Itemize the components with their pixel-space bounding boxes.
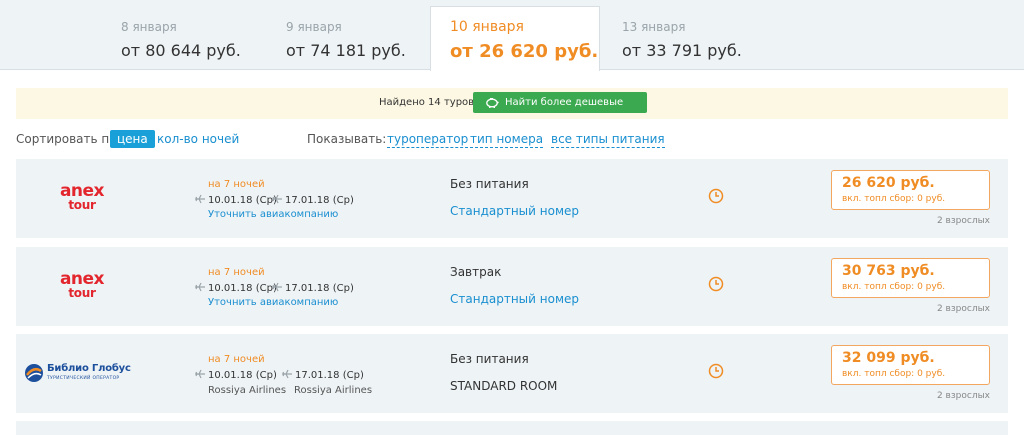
- sort-label: Сортировать по:: [16, 132, 121, 146]
- find-cheaper-button[interactable]: Найти более дешевые туры: [473, 92, 647, 129]
- filter-meal-types[interactable]: все типы питания: [551, 132, 665, 148]
- fuel-surcharge: вкл. топл сбор: 0 руб.: [842, 282, 946, 292]
- plane-icon: [195, 369, 205, 379]
- filter-room-type[interactable]: тип номера: [470, 132, 544, 148]
- operator-logo-biblio-globus: Библио Глобус ТУРИСТИЧЕСКИЙ ОПЕРАТОР: [24, 362, 144, 384]
- date-tabs-bar: 8 января от 80 644 руб. 9 января от 74 1…: [0, 0, 1024, 71]
- find-cheaper-label: Найти более дешевые туры: [505, 97, 624, 129]
- date-tab-date: 9 января: [286, 20, 342, 34]
- clock-icon: [708, 363, 724, 379]
- sort-filter-row: Сортировать по: цена кол-во ночей Показы…: [16, 128, 1008, 150]
- departure-airline: Rossiya Airlines: [208, 385, 287, 396]
- piggy-bank-icon: [486, 98, 499, 108]
- departure-flight: 10.01.18 (Ср): [195, 282, 277, 294]
- plane-icon: [195, 194, 205, 204]
- return-flight: 17.01.18 (Ср): [272, 194, 354, 206]
- plane-icon: [272, 194, 282, 204]
- return-flight: 17.01.18 (Ср): [272, 282, 354, 294]
- specify-airline-link[interactable]: Уточнить авиакомпанию: [208, 297, 338, 308]
- departure-flight: 10.01.18 (Ср): [195, 369, 277, 381]
- sort-by-price-button[interactable]: цена: [110, 130, 155, 148]
- return-airline: Rossiya Airlines: [294, 385, 373, 396]
- departure-date: 10.01.18 (Ср): [208, 370, 277, 381]
- clock-icon: [708, 276, 724, 292]
- price-button[interactable]: 32 099 руб. вкл. топл сбор: 0 руб.: [831, 345, 990, 385]
- plane-icon: [282, 369, 292, 379]
- date-tab-8[interactable]: 8 января от 80 644 руб.: [121, 0, 241, 70]
- passengers: 2 взрослых: [936, 304, 990, 314]
- tour-price: 26 620 руб.: [842, 175, 935, 191]
- date-tab-13[interactable]: 13 января от 33 791 руб.: [622, 0, 742, 70]
- price-button[interactable]: 26 620 руб. вкл. топл сбор: 0 руб.: [831, 170, 990, 210]
- tour-price: 30 763 руб.: [842, 263, 935, 279]
- date-tab-date: 8 января: [121, 20, 177, 34]
- date-tab-10-active[interactable]: 10 января от 26 620 руб.: [430, 6, 600, 71]
- plane-icon: [195, 282, 205, 292]
- date-tab-price: от 80 644 руб.: [121, 41, 241, 60]
- nights-count: на 7 ночей: [208, 267, 265, 278]
- return-date: 17.01.18 (Ср): [285, 283, 354, 294]
- specify-airline-link[interactable]: Уточнить авиакомпанию: [208, 209, 338, 220]
- operator-logo-anex: anex tour: [52, 271, 112, 300]
- return-date: 17.01.18 (Ср): [295, 370, 364, 381]
- plane-icon: [272, 282, 282, 292]
- departure-date: 10.01.18 (Ср): [208, 195, 277, 206]
- sort-by-nights-link[interactable]: кол-во ночей: [157, 132, 239, 146]
- price-button[interactable]: 30 763 руб. вкл. топл сбор: 0 руб.: [831, 258, 990, 298]
- meal-type: Без питания: [450, 352, 529, 366]
- tour-row[interactable]: anex tour на 7 ночей 10.01.18 (Ср) 17.01…: [16, 159, 1008, 238]
- meal-type: Завтрак: [450, 265, 502, 279]
- nights-count: на 7 ночей: [208, 354, 265, 365]
- tour-row[interactable]: anex tour на 7 ночей 10.01.18 (Ср) 17.01…: [16, 247, 1008, 326]
- globe-logo-icon: [25, 364, 43, 382]
- passengers: 2 взрослых: [936, 391, 990, 401]
- clock-icon: [708, 188, 724, 204]
- date-tab-date: 13 января: [622, 20, 686, 34]
- departure-flight: 10.01.18 (Ср): [195, 194, 277, 206]
- fuel-surcharge: вкл. топл сбор: 0 руб.: [842, 194, 946, 204]
- date-tab-price: от 74 181 руб.: [286, 41, 406, 60]
- logo-name: Библио Глобус: [47, 363, 131, 374]
- room-type-link[interactable]: Стандартный номер: [450, 292, 579, 306]
- date-tab-date: 10 января: [450, 19, 524, 35]
- date-tab-9[interactable]: 9 января от 74 181 руб.: [286, 0, 406, 70]
- found-count: Найдено 14 туров: [379, 97, 475, 108]
- return-flight: 17.01.18 (Ср): [282, 369, 364, 381]
- date-tab-price: от 26 620 руб.: [450, 41, 599, 62]
- fuel-surcharge: вкл. топл сбор: 0 руб.: [842, 369, 946, 379]
- date-tab-price: от 33 791 руб.: [622, 41, 742, 60]
- meal-type: Без питания: [450, 177, 529, 191]
- filter-operator[interactable]: туроператор: [387, 132, 469, 148]
- return-date: 17.01.18 (Ср): [285, 195, 354, 206]
- room-type: STANDARD ROOM: [450, 379, 558, 393]
- tour-price: 32 099 руб.: [842, 350, 935, 366]
- departure-date: 10.01.18 (Ср): [208, 283, 277, 294]
- passengers: 2 взрослых: [936, 216, 990, 226]
- show-label: Показывать:: [307, 132, 387, 146]
- logo-subtitle: ТУРИСТИЧЕСКИЙ ОПЕРАТОР: [47, 376, 120, 381]
- operator-logo-anex: anex tour: [52, 183, 112, 212]
- tour-row[interactable]: Библио Глобус ТУРИСТИЧЕСКИЙ ОПЕРАТОР на …: [16, 334, 1008, 413]
- tour-row-partial[interactable]: [16, 421, 1008, 435]
- nights-count: на 7 ночей: [208, 179, 265, 190]
- found-bar: Найдено 14 туров Найти более дешевые тур…: [16, 88, 1008, 129]
- room-type-link[interactable]: Стандартный номер: [450, 204, 579, 218]
